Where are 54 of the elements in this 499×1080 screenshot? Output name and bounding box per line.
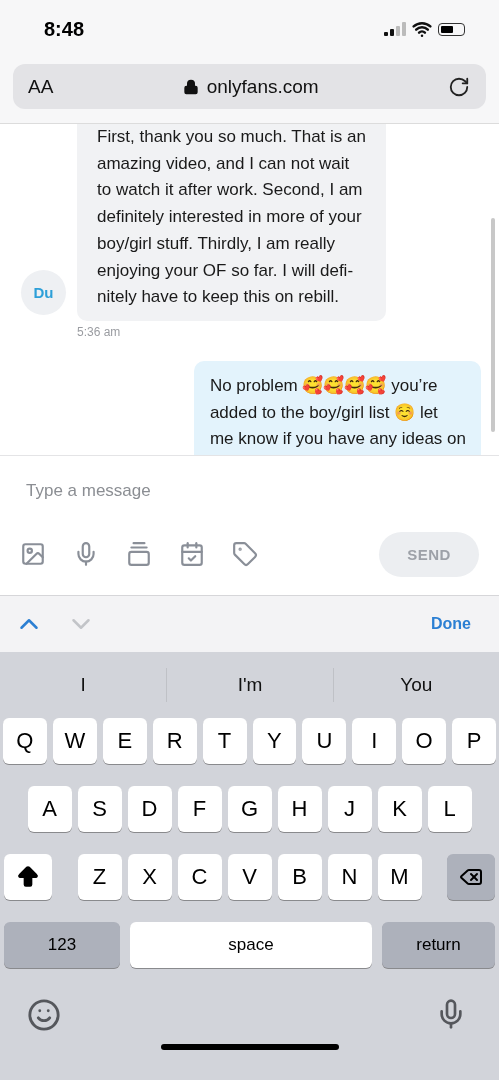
image-icon[interactable] (20, 541, 46, 567)
emoji-icon[interactable] (27, 998, 61, 1032)
keyboard-key[interactable]: M (377, 854, 422, 900)
shift-arrow-icon (15, 864, 41, 890)
keyboard-key[interactable]: J (327, 786, 372, 832)
message-bubble: No problem 🥰🥰🥰🥰 you’re added to the boy/girl list ☺ let me know if you have any ideas on (193, 360, 481, 455)
reload-icon[interactable] (448, 75, 470, 98)
keyboard-key[interactable]: A (27, 786, 72, 832)
word-suggestion[interactable]: You (332, 668, 499, 702)
shift-key[interactable] (4, 854, 52, 900)
clock-time: 8:48 (44, 17, 85, 41)
address-bar[interactable]: AA onlyfans.com (13, 64, 486, 109)
message-input[interactable]: Type a message (20, 456, 479, 526)
keyboard-key[interactable]: B (277, 854, 322, 900)
lock-icon (182, 78, 199, 95)
text-size-button[interactable]: AA (28, 75, 54, 98)
keyboard-key[interactable]: N (327, 854, 372, 900)
keyboard-key[interactable]: C (177, 854, 222, 900)
done-button[interactable]: Done (425, 614, 477, 634)
tag-icon[interactable] (232, 541, 258, 567)
calendar-icon[interactable] (179, 541, 205, 567)
keyboard-key[interactable]: K (377, 786, 422, 832)
gallery-icon[interactable] (126, 541, 152, 567)
keyboard-key[interactable]: Q (2, 718, 47, 764)
message-bubble: First, thank you so much. That is an amazing video, and I can not wait to watch it after work. Second, I am definitely interested in more of your boy/girl stuff. Thirdly, I am really enjoying your OF so far. I will defi- nitely have to keep this on rebill. (77, 124, 386, 321)
space-key[interactable]: space (130, 922, 372, 968)
keyboard-key[interactable]: P (452, 718, 497, 764)
keyboard-key[interactable]: I (352, 718, 397, 764)
keyboard-key[interactable]: O (402, 718, 447, 764)
keyboard-key[interactable]: H (277, 786, 322, 832)
number-key[interactable]: 123 (4, 922, 120, 968)
keyboard-key[interactable]: W (52, 718, 97, 764)
return-key[interactable]: return (382, 922, 495, 968)
keyboard-key[interactable]: U (302, 718, 347, 764)
keyboard-key[interactable]: L (427, 786, 472, 832)
wifi-icon (412, 19, 432, 39)
backspace-key[interactable] (447, 854, 495, 900)
keyboard-key[interactable]: Z (77, 854, 122, 900)
keyboard-key[interactable]: R (152, 718, 197, 764)
keyboard-key[interactable]: T (202, 718, 247, 764)
keyboard-key[interactable]: E (102, 718, 147, 764)
url-text: onlyfans.com (206, 75, 319, 98)
keyboard-key[interactable]: F (177, 786, 222, 832)
keyboard-key[interactable]: Y (252, 718, 297, 764)
word-suggestion[interactable]: I (0, 668, 167, 702)
battery-icon (438, 22, 465, 36)
keyboard-key[interactable]: X (127, 854, 172, 900)
signal-icon (384, 22, 406, 36)
keyboard-key[interactable]: V (227, 854, 272, 900)
keyboard-key[interactable]: S (77, 786, 122, 832)
keyboard-key[interactable]: D (127, 786, 172, 832)
message-time: 5:36 am (77, 324, 121, 339)
keyboard-key[interactable]: G (227, 786, 272, 832)
word-suggestion[interactable]: I'm (166, 668, 333, 702)
